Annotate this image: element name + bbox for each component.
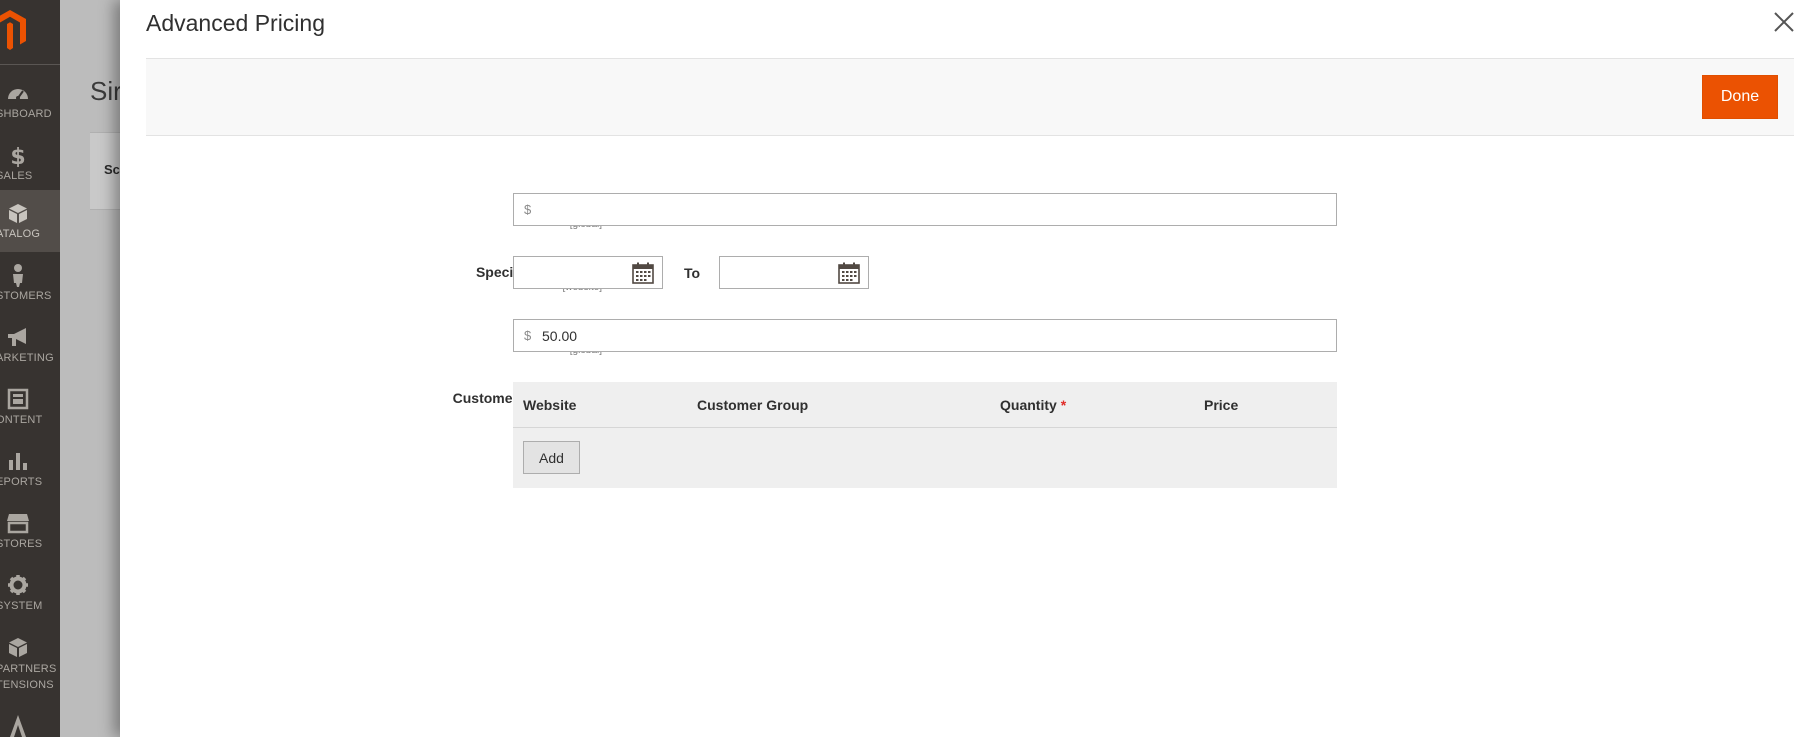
sidebar-item-sales[interactable]: $ SALES [0,132,60,194]
cost-input[interactable]: $ 50.00 [513,319,1337,352]
admin-sidebar: SHBOARD $ SALES ATALOG STOMERS ARKETING … [0,0,60,737]
sidebar-item-content[interactable]: ONTENT [0,376,60,438]
sidebar-item-label: SYSTEM [0,600,43,612]
bar-chart-icon [5,448,31,474]
megaphone-icon [5,324,31,350]
modal-title: Advanced Pricing [146,10,325,36]
sidebar-item-label: EPORTS [0,476,43,488]
special-price-input[interactable]: $ [513,193,1337,226]
dollar-icon: $ [5,142,31,168]
partners-box-icon [5,634,31,660]
catalog-box-icon [5,200,31,226]
sidebar-item-label: STORES [0,538,43,550]
cost-value: 50.00 [542,327,578,344]
customer-person-icon [5,262,31,288]
sidebar-item-label: TENSIONS [0,679,54,691]
modal-action-bar: Done [146,58,1794,136]
table-header: Website Customer Group Quantity * Price [513,382,1337,428]
storefront-icon [5,510,31,536]
sidebar-item-marketing[interactable]: ARKETING [0,314,60,376]
required-marker: * [1060,397,1067,413]
sidebar-item-label: STOMERS [0,290,52,302]
currency-symbol: $ [524,202,532,217]
sidebar-item-dashboard[interactable]: SHBOARD [0,70,60,132]
column-header-price: Price [1204,397,1239,413]
sidebar-item-customers[interactable]: STOMERS [0,252,60,314]
background-card-text: Sc [104,162,120,177]
column-header-customer-group: Customer Group [697,397,809,413]
calendar-icon[interactable] [632,262,654,284]
sidebar-item-label: SHBOARD [0,108,52,120]
sidebar-item-stores[interactable]: STORES [0,500,60,562]
sidebar-item-catalog[interactable]: ATALOG [0,190,60,252]
column-header-website: Website [523,397,577,413]
done-button[interactable]: Done [1702,75,1778,119]
magento-logo[interactable] [0,8,60,52]
sidebar-divider [0,64,60,65]
column-header-text: Quantity [1000,397,1057,413]
special-price-from-date-input[interactable] [513,256,663,289]
sidebar-item-more[interactable] [0,708,60,737]
dashboard-icon [5,80,31,106]
sidebar-item-label: ATALOG [0,228,41,240]
sidebar-item-label: ARKETING [0,352,54,364]
svg-text:$: $ [10,145,25,167]
sidebar-item-label: SALES [0,170,33,182]
close-button[interactable] [1770,8,1798,36]
background-page-overlay: Sir Sc [60,0,120,737]
gear-icon [5,572,31,598]
advanced-pricing-modal: Advanced Pricing Done Special Price [glo… [120,0,1814,737]
sidebar-item-label: PARTNERS [0,663,57,675]
column-header-quantity: Quantity * [1000,397,1066,413]
to-label: To [684,265,701,281]
sidebar-item-reports[interactable]: EPORTS [0,438,60,500]
add-button[interactable]: Add [523,441,580,474]
content-layout-icon [5,386,31,412]
sidebar-item-system[interactable]: SYSTEM [0,562,60,624]
customer-group-price-table: Website Customer Group Quantity * Price A… [513,382,1337,488]
background-page-title: Sir [90,76,120,106]
close-icon [1774,12,1794,32]
triangle-logo-icon [5,712,31,737]
sidebar-item-partners-extensions[interactable]: PARTNERS TENSIONS [0,624,60,696]
sidebar-item-label: ONTENT [0,414,43,426]
calendar-icon[interactable] [838,262,860,284]
special-price-to-date-input[interactable] [719,256,869,289]
currency-symbol: $ [524,328,532,343]
